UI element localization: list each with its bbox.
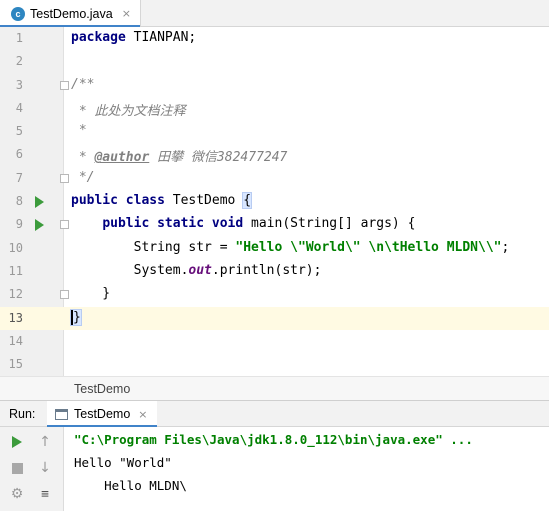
console-output[interactable]: "C:\Program Files\Java\jdk1.8.0_112\bin\… bbox=[64, 427, 549, 511]
code-line[interactable]: 15 bbox=[0, 353, 549, 376]
run-gutter-icon[interactable] bbox=[35, 196, 44, 209]
console-icon bbox=[55, 408, 68, 420]
code-line[interactable]: 2 bbox=[0, 50, 549, 73]
code-line[interactable]: 1 package TIANPAN; bbox=[0, 27, 549, 50]
code-fragment: TIANPAN; bbox=[125, 30, 197, 45]
run-tool-window-header: Run: TestDemo × bbox=[0, 400, 549, 428]
line-number: 10 bbox=[8, 240, 23, 255]
code-text: } bbox=[71, 286, 111, 302]
run-gutter-icon[interactable] bbox=[35, 219, 44, 232]
rerun-button[interactable] bbox=[7, 432, 27, 452]
string-literal: "Hello \"World\" \n\tHello MLDN\\" bbox=[235, 239, 502, 255]
line-number: 11 bbox=[8, 263, 23, 278]
rerun-icon bbox=[12, 436, 22, 448]
close-icon[interactable]: × bbox=[122, 7, 131, 20]
code-fragment: String str = bbox=[71, 239, 236, 255]
keyword: public class bbox=[71, 193, 165, 209]
code-fragment: 田攀 微信382477247 bbox=[149, 150, 288, 166]
keyword: package bbox=[71, 30, 126, 45]
fold-marker-icon[interactable] bbox=[60, 80, 69, 90]
gear-icon: ⚙ bbox=[10, 486, 24, 502]
matched-brace: { bbox=[242, 192, 253, 210]
code-fragment: ; bbox=[501, 239, 510, 255]
doc-comment: * bbox=[71, 123, 87, 139]
code-text: System.out.println(str); bbox=[71, 262, 322, 278]
javadoc-tag: @author bbox=[94, 150, 150, 166]
static-field: out bbox=[188, 262, 212, 278]
stop-button[interactable] bbox=[7, 458, 27, 478]
scroll-down-button[interactable]: ↓ bbox=[35, 458, 55, 478]
stop-icon bbox=[11, 462, 23, 474]
line-number: 2 bbox=[15, 54, 23, 69]
console-line: Hello MLDN\ bbox=[74, 478, 187, 493]
code-line[interactable]: 5 * bbox=[0, 120, 549, 143]
line-number: 9 bbox=[15, 217, 23, 232]
doc-comment: * @author 田攀 微信382477247 bbox=[71, 146, 288, 166]
code-line[interactable]: 7 */ bbox=[0, 167, 549, 190]
code-line[interactable]: 10 String str = "Hello \"World\" \n\tHel… bbox=[0, 237, 549, 260]
code-fragment: .println(str); bbox=[211, 262, 322, 278]
arrow-up-icon: ↑ bbox=[39, 434, 51, 450]
line-number: 4 bbox=[15, 100, 23, 115]
line-number: 3 bbox=[15, 77, 23, 92]
editor-lines: 1 package TIANPAN; 2 3 /** 4 * 此处为文档注释 5… bbox=[0, 27, 549, 376]
fold-marker-icon[interactable] bbox=[60, 220, 69, 230]
line-number: 15 bbox=[8, 357, 23, 372]
soft-wrap-button[interactable]: ≡ bbox=[35, 484, 55, 504]
run-tab-label: TestDemo bbox=[74, 407, 131, 421]
code-line[interactable]: 11 System.out.println(str); bbox=[0, 260, 549, 283]
arrow-down-icon: ↓ bbox=[39, 460, 51, 476]
editor-tab-bar: c TestDemo.java × bbox=[0, 0, 549, 28]
run-title: Run: bbox=[9, 407, 36, 421]
doc-comment: /** bbox=[71, 76, 95, 92]
line-number: 6 bbox=[15, 147, 23, 162]
scroll-up-button[interactable]: ↑ bbox=[35, 432, 55, 452]
doc-comment: */ bbox=[71, 169, 95, 185]
code-line[interactable]: 3 /** bbox=[0, 74, 549, 97]
run-toolbar: ↑ ↓ ⚙ ≡ bbox=[0, 427, 64, 511]
console-line: Hello "World" bbox=[74, 455, 172, 470]
fold-marker-icon[interactable] bbox=[60, 290, 69, 300]
settings-button[interactable]: ⚙ bbox=[7, 484, 27, 504]
code-fragment: System. bbox=[71, 262, 189, 278]
breadcrumb: TestDemo bbox=[0, 376, 549, 400]
matched-brace: } bbox=[70, 308, 82, 326]
line-number: 14 bbox=[8, 333, 23, 348]
code-line[interactable]: 14 bbox=[0, 330, 549, 353]
java-class-icon: c bbox=[11, 6, 25, 21]
code-text: } bbox=[70, 308, 82, 326]
line-number: 5 bbox=[15, 124, 23, 139]
code-fragment bbox=[71, 216, 102, 231]
line-number: 12 bbox=[8, 287, 23, 302]
editor-tab-testdemo[interactable]: c TestDemo.java × bbox=[0, 0, 141, 28]
code-line[interactable]: 8 public class TestDemo { bbox=[0, 190, 549, 213]
run-tab-testdemo[interactable]: TestDemo × bbox=[47, 401, 157, 428]
keyword: public static void bbox=[102, 216, 244, 232]
code-text: public class TestDemo { bbox=[71, 192, 253, 210]
fold-marker-icon[interactable] bbox=[60, 173, 69, 183]
close-icon[interactable]: × bbox=[138, 408, 147, 421]
line-number: 13 bbox=[8, 310, 23, 325]
code-fragment: main(String[] args) { bbox=[243, 216, 416, 232]
code-editor[interactable]: 1 package TIANPAN; 2 3 /** 4 * 此处为文档注释 5… bbox=[0, 27, 549, 376]
code-text: package TIANPAN; bbox=[71, 30, 196, 45]
code-line[interactable]: 12 } bbox=[0, 283, 549, 306]
code-fragment: TestDemo bbox=[164, 193, 244, 209]
console-line: "C:\Program Files\Java\jdk1.8.0_112\bin\… bbox=[74, 432, 473, 447]
code-text: String str = "Hello \"World\" \n\tHello … bbox=[71, 239, 510, 255]
editor-tab-label: TestDemo.java bbox=[30, 6, 113, 21]
current-code-line[interactable]: 13 } bbox=[0, 306, 549, 330]
line-number: 8 bbox=[15, 194, 23, 209]
line-number: 1 bbox=[15, 31, 23, 45]
code-line[interactable]: 4 * 此处为文档注释 bbox=[0, 97, 549, 120]
code-line[interactable]: 6 * @author 田攀 微信382477247 bbox=[0, 143, 549, 166]
code-line[interactable]: 9 public static void main(String[] args)… bbox=[0, 213, 549, 236]
code-fragment: * bbox=[71, 150, 95, 166]
soft-wrap-icon: ≡ bbox=[41, 486, 49, 502]
line-number: 7 bbox=[15, 170, 23, 185]
code-text: public static void main(String[] args) { bbox=[71, 216, 415, 231]
doc-comment: * 此处为文档注释 bbox=[71, 103, 186, 119]
breadcrumb-item[interactable]: TestDemo bbox=[74, 382, 130, 396]
